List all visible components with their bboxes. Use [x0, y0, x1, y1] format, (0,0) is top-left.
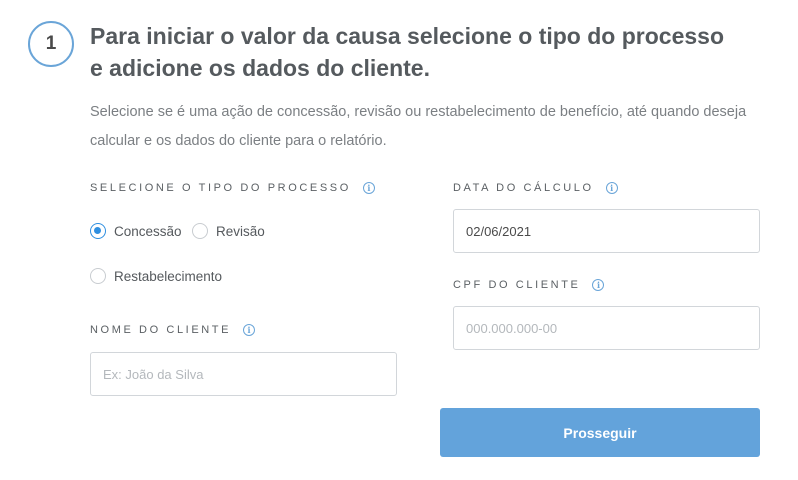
calc-date-input[interactable]: [453, 209, 760, 253]
radio-button[interactable]: [192, 223, 208, 239]
step-title: Para iniciar o valor da causa selecione …: [90, 23, 725, 81]
info-icon[interactable]: i: [605, 182, 618, 194]
radio-label-concessao: Concessão: [114, 223, 182, 239]
step-number: 1: [45, 33, 57, 54]
client-name-label-text: NOME DO CLIENTE: [90, 324, 232, 336]
client-cpf-input[interactable]: [453, 306, 760, 350]
calc-date-label-text: DATA DO CÁLCULO: [453, 182, 594, 194]
proceed-button[interactable]: Prosseguir: [440, 408, 760, 457]
client-cpf-label-text: CPF DO CLIENTE: [453, 279, 581, 291]
radio-label-revisao: Revisão: [216, 223, 265, 239]
radio-button[interactable]: [90, 268, 106, 284]
info-icon[interactable]: i: [362, 182, 375, 194]
radio-concessao[interactable]: Concessão: [90, 223, 182, 239]
step-number-badge: 1: [28, 21, 74, 67]
radio-restabelecimento[interactable]: Restabelecimento: [90, 268, 222, 284]
step-description: Selecione se é uma ação de concessão, re…: [90, 104, 747, 149]
info-icon[interactable]: i: [592, 279, 605, 291]
process-type-label-text: SELECIONE O TIPO DO PROCESSO: [90, 182, 351, 194]
client-name-input[interactable]: [90, 352, 397, 396]
client-cpf-label: CPF DO CLIENTE i: [453, 279, 605, 291]
calc-date-label: DATA DO CÁLCULO i: [453, 182, 618, 194]
client-name-label: NOME DO CLIENTE i: [90, 324, 256, 336]
radio-button-checked[interactable]: [90, 223, 106, 239]
radio-label-restabelecimento: Restabelecimento: [114, 268, 223, 284]
process-type-label: SELECIONE O TIPO DO PROCESSO i: [90, 182, 375, 194]
info-icon[interactable]: i: [243, 324, 256, 336]
radio-revisao[interactable]: Revisão: [192, 223, 265, 239]
